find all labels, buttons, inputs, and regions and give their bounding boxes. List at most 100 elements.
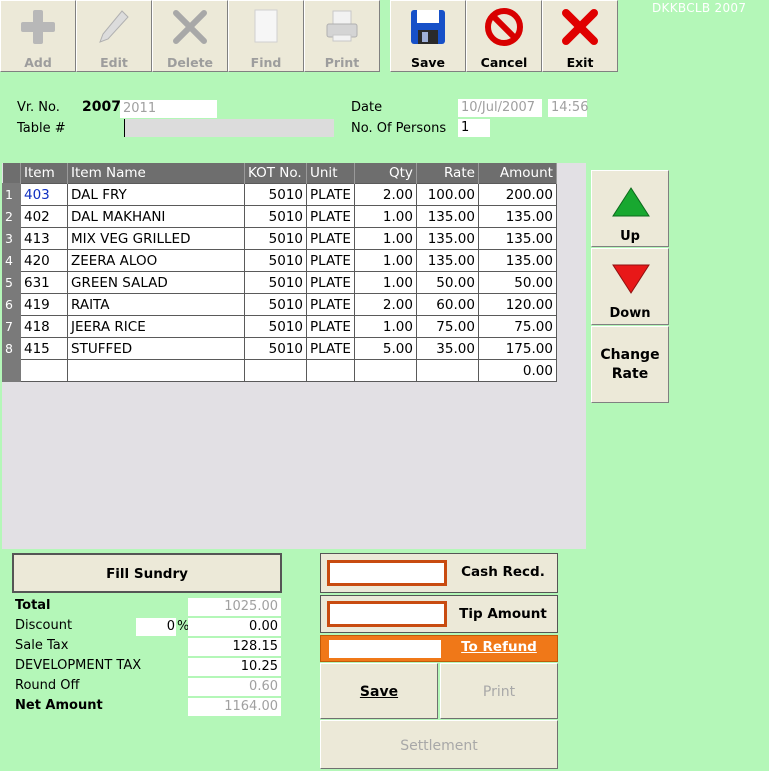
cell-kot[interactable]: 5010 xyxy=(244,249,307,272)
cell-name[interactable]: RAITA xyxy=(67,293,245,316)
time-field[interactable]: 14:56 xyxy=(548,99,588,117)
table-row[interactable]: 2 402 DAL MAKHANI 5010 PLATE 1.00 135.00 135.00 xyxy=(2,205,557,228)
cell-amount[interactable]: 135.00 xyxy=(477,249,557,272)
cell-unit[interactable]: PLATE xyxy=(306,227,355,250)
settlement-button[interactable]: Settlement xyxy=(320,720,558,769)
column-header[interactable]: Qty xyxy=(354,163,417,184)
cell-kot[interactable]: 5010 xyxy=(244,315,307,338)
save-button[interactable]: Save xyxy=(390,0,466,72)
cell-qty[interactable]: 5.00 xyxy=(353,337,417,360)
cell-qty[interactable]: 2.00 xyxy=(353,183,417,206)
table-row[interactable]: 0.00 xyxy=(2,359,557,382)
table-row[interactable]: 5 631 GREEN SALAD 5010 PLATE 1.00 50.00 50.00 xyxy=(2,271,557,294)
cell-name[interactable]: DAL FRY xyxy=(67,183,245,206)
cell-amount[interactable]: 175.00 xyxy=(477,337,557,360)
edit-button[interactable]: Edit xyxy=(76,0,152,72)
cell-unit[interactable]: PLATE xyxy=(306,249,355,272)
cell-rate[interactable] xyxy=(415,359,479,382)
up-button[interactable]: Up xyxy=(591,170,669,247)
cell-kot[interactable]: 5010 xyxy=(244,271,307,294)
table-row[interactable]: 4 420 ZEERA ALOO 5010 PLATE 1.00 135.00 135.00 xyxy=(2,249,557,272)
delete-button[interactable]: Delete xyxy=(152,0,228,72)
cell-item[interactable]: 631 xyxy=(20,271,68,294)
cell-name[interactable]: DAL MAKHANI xyxy=(67,205,245,228)
exit-button[interactable]: Exit xyxy=(542,0,618,72)
cell-amount[interactable]: 120.00 xyxy=(477,293,557,316)
cell-rate[interactable]: 135.00 xyxy=(415,205,479,228)
print-button[interactable]: Print xyxy=(304,0,380,72)
cell-amount[interactable]: 50.00 xyxy=(477,271,557,294)
cell-unit[interactable]: PLATE xyxy=(306,183,355,206)
table-row[interactable]: 6 419 RAITA 5010 PLATE 2.00 60.00 120.00 xyxy=(2,293,557,316)
table-row[interactable]: 7 418 JEERA RICE 5010 PLATE 1.00 75.00 75.00 xyxy=(2,315,557,338)
cell-unit[interactable] xyxy=(306,359,355,382)
cell-rate[interactable]: 135.00 xyxy=(415,249,479,272)
development-tax-value[interactable]: 10.25 xyxy=(188,658,281,676)
column-header[interactable]: KOT No. xyxy=(244,163,307,184)
cell-name[interactable]: JEERA RICE xyxy=(67,315,245,338)
cell-unit[interactable]: PLATE xyxy=(306,315,355,338)
cell-unit[interactable]: PLATE xyxy=(306,271,355,294)
print-payment-button[interactable]: Print xyxy=(440,663,558,719)
cell-kot[interactable]: 5010 xyxy=(244,227,307,250)
cell-qty[interactable]: 1.00 xyxy=(353,271,417,294)
cell-unit[interactable]: PLATE xyxy=(306,205,355,228)
cell-item[interactable] xyxy=(20,359,68,382)
persons-input[interactable]: 1 xyxy=(458,119,490,137)
cell-name[interactable]: STUFFED xyxy=(67,337,245,360)
cell-qty[interactable]: 1.00 xyxy=(353,227,417,250)
cell-rate[interactable]: 60.00 xyxy=(415,293,479,316)
tip-amount-input[interactable] xyxy=(327,601,447,627)
cell-rate[interactable]: 50.00 xyxy=(415,271,479,294)
column-header[interactable]: Unit xyxy=(306,163,355,184)
cell-qty[interactable]: 2.00 xyxy=(353,293,417,316)
cell-item[interactable]: 415 xyxy=(20,337,68,360)
cell-amount[interactable]: 135.00 xyxy=(477,227,557,250)
cell-name[interactable] xyxy=(67,359,245,382)
table-row[interactable]: 3 413 MIX VEG GRILLED 5010 PLATE 1.00 135.00 13… xyxy=(2,227,557,250)
cell-amount[interactable]: 135.00 xyxy=(477,205,557,228)
cell-kot[interactable]: 5010 xyxy=(244,183,307,206)
discount-value[interactable]: 0.00 xyxy=(188,618,281,636)
cell-name[interactable]: ZEERA ALOO xyxy=(67,249,245,272)
cell-name[interactable]: MIX VEG GRILLED xyxy=(67,227,245,250)
cell-amount[interactable]: 200.00 xyxy=(477,183,557,206)
add-button[interactable]: Add xyxy=(0,0,76,72)
table-row[interactable]: 1 403 DAL FRY 5010 PLATE 2.00 100.00 200.00 xyxy=(2,183,557,206)
cell-rate[interactable]: 100.00 xyxy=(415,183,479,206)
down-button[interactable]: Down xyxy=(591,248,669,325)
cell-item[interactable]: 418 xyxy=(20,315,68,338)
cell-item[interactable]: 420 xyxy=(20,249,68,272)
cell-unit[interactable]: PLATE xyxy=(306,337,355,360)
change-rate-button[interactable]: Change Rate xyxy=(591,326,669,403)
vr-year-field[interactable]: 2011 xyxy=(120,100,217,118)
cell-qty[interactable] xyxy=(353,359,417,382)
cell-item[interactable]: 419 xyxy=(20,293,68,316)
cancel-button[interactable]: Cancel xyxy=(466,0,542,72)
discount-percent-input[interactable]: 0 xyxy=(136,618,176,636)
cell-amount[interactable]: 75.00 xyxy=(477,315,557,338)
cell-item[interactable]: 402 xyxy=(20,205,68,228)
table-row[interactable]: 8 415 STUFFED 5010 PLATE 5.00 35.00 175.00 xyxy=(2,337,557,360)
cell-name[interactable]: GREEN SALAD xyxy=(67,271,245,294)
cell-kot[interactable] xyxy=(244,359,307,382)
column-header[interactable]: Item xyxy=(20,163,68,184)
cell-qty[interactable]: 1.00 xyxy=(353,205,417,228)
date-field[interactable]: 10/Jul/2007 xyxy=(458,99,542,117)
cell-rate[interactable]: 35.00 xyxy=(415,337,479,360)
table-input[interactable] xyxy=(124,119,334,137)
cell-qty[interactable]: 1.00 xyxy=(353,315,417,338)
cell-qty[interactable]: 1.00 xyxy=(353,249,417,272)
cell-item[interactable]: 413 xyxy=(20,227,68,250)
column-header[interactable]: Amount xyxy=(478,163,557,184)
cell-kot[interactable]: 5010 xyxy=(244,293,307,316)
cell-rate[interactable]: 75.00 xyxy=(415,315,479,338)
fill-sundry-button[interactable]: Fill Sundry xyxy=(12,553,282,593)
save-payment-button[interactable]: Save xyxy=(320,663,438,719)
cell-kot[interactable]: 5010 xyxy=(244,337,307,360)
sale-tax-value[interactable]: 128.15 xyxy=(188,638,281,656)
cell-item[interactable]: 403 xyxy=(20,183,68,206)
column-header[interactable]: Rate xyxy=(416,163,479,184)
cell-unit[interactable]: PLATE xyxy=(306,293,355,316)
cash-recd-input[interactable] xyxy=(327,560,447,586)
